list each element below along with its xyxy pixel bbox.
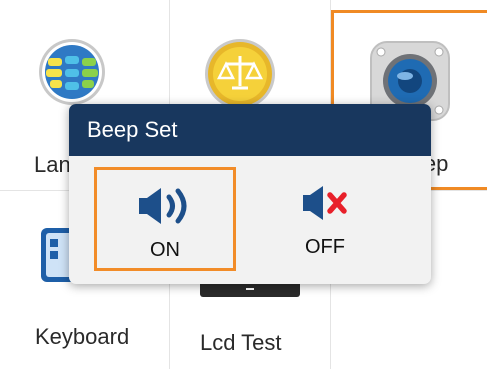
beep-set-dialog: Beep Set ON OFF [69, 104, 431, 284]
speaker-on-icon [139, 188, 187, 224]
speaker-mute-icon [303, 186, 347, 220]
beep-on-button[interactable]: ON [94, 167, 236, 271]
tile-keyboard-label: Keyboard [35, 324, 130, 349]
globe-icon [39, 39, 105, 105]
scale-icon [205, 39, 275, 109]
beep-off-label: OFF [305, 236, 345, 258]
dialog-title: Beep Set [69, 104, 431, 156]
beep-on-label: ON [150, 239, 180, 261]
beep-off-button[interactable]: OFF [254, 167, 396, 271]
tile-lcd-test-label: Lcd Test [200, 330, 282, 355]
